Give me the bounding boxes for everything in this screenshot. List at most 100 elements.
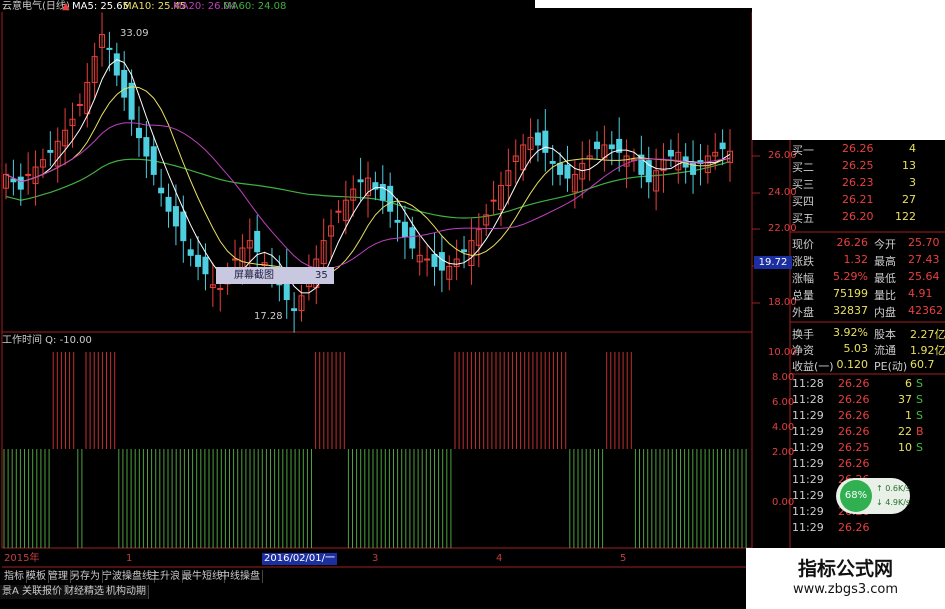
bid-price: 26.26 [842, 142, 874, 155]
date-year: 2015年 [4, 553, 40, 564]
stat-label: 量比 [874, 289, 896, 302]
candle-body [438, 252, 445, 271]
stat-label: 总量 [792, 289, 814, 302]
tab-jing[interactable]: 景A [0, 585, 22, 599]
bid-label: 买三 [792, 178, 814, 191]
tick-price: 26.26 [838, 409, 870, 422]
stat-value: 27.43 [908, 253, 940, 266]
candle-body [387, 185, 394, 212]
stat-row: 涨幅 5.29% 最低 25.64 [792, 270, 945, 286]
bid-row: 买四 26.21 27 [792, 193, 945, 209]
candle-body [461, 249, 468, 253]
watermark: 指标公式网 www.zbgs3.com [746, 548, 945, 609]
popup-value: 35 [315, 270, 328, 281]
fund-label: 流通 [874, 344, 896, 357]
tick-row: 11:28 26.26 37 S [792, 393, 945, 408]
bid-label: 买二 [792, 161, 814, 174]
tab-related-quotes[interactable]: 关联报价 [20, 585, 65, 599]
popup-label: 屏幕截图 [234, 270, 274, 281]
fund-label: 股本 [874, 328, 896, 341]
toolbar-main-wave[interactable]: 主升浪 [148, 570, 183, 583]
tick-time: 11:29 [792, 505, 824, 518]
toolbar-save-as[interactable]: 另存为 [68, 570, 103, 583]
tab-institution[interactable]: 机构动期 [104, 585, 149, 599]
toolbar-mid-line[interactable]: 中线操盘 [218, 570, 263, 583]
stat-row: 涨跌 1.32 最高 27.43 [792, 253, 945, 269]
toolbar-ningbo[interactable]: 宁波操盘线 [100, 570, 155, 583]
candle-body [549, 161, 556, 164]
tick-price: 26.26 [838, 425, 870, 438]
net-speed-widget[interactable]: 68% ↑ 0.6K/s ↓ 4.9K/s [836, 478, 910, 514]
tick-row: 11:28 26.26 6 S [792, 377, 945, 392]
date-month: 3 [372, 553, 379, 564]
stat-value: 4.91 [908, 287, 933, 300]
tick-side: B [916, 425, 924, 438]
tick-price: 26.26 [838, 393, 870, 406]
screenshot-popup[interactable]: 屏幕截图 35 [216, 267, 334, 284]
candle-body [158, 187, 165, 194]
stat-label: 今开 [874, 238, 896, 251]
tick-time: 11:29 [792, 489, 824, 502]
fund-value: 3.92% [833, 326, 868, 339]
tick-price: 26.25 [838, 441, 870, 454]
stat-value: 26.26 [836, 236, 869, 249]
tick-time: 11:29 [792, 521, 824, 534]
candle-body [47, 149, 54, 153]
candle-body [165, 196, 172, 212]
bid-volume: 13 [902, 159, 916, 172]
upload-arrow-icon: ↑ [876, 484, 883, 493]
candle-body [150, 146, 157, 175]
trading-window: 云意电气(日线) ▲ MA5: 25.65 MA10: 25.45 MA20: … [0, 0, 945, 609]
candle-body [409, 227, 416, 249]
watermark-url: www.zbgs3.com [792, 582, 899, 597]
candle-body [106, 47, 113, 50]
tick-time: 11:29 [792, 457, 824, 470]
candle-body [719, 142, 726, 150]
upload-speed: 0.6K/s [885, 484, 911, 493]
candle-body [667, 149, 674, 157]
fund-row: 净资 5.03 流通 1.92亿 [792, 342, 945, 358]
tick-price: 26.26 [838, 457, 870, 470]
candle-body [172, 206, 179, 227]
stat-value: 75199 [833, 287, 868, 300]
indicator-tick: 2.00 [772, 447, 795, 458]
stat-value: 25.64 [908, 270, 940, 283]
tick-volume: 37 [898, 393, 912, 406]
fund-label: 换手 [792, 328, 814, 341]
tick-time: 11:29 [792, 425, 824, 438]
bid-price: 26.20 [842, 210, 874, 223]
bid-row: 买三 26.23 3 [792, 176, 945, 192]
stat-value: 42362 [908, 304, 943, 317]
stat-label: 涨跌 [792, 255, 814, 268]
tick-time: 11:29 [792, 441, 824, 454]
tick-row: 11:29 26.25 10 S [792, 441, 945, 456]
stat-value: 1.32 [843, 253, 869, 266]
indicator-tick: 0.00 [772, 497, 795, 508]
tick-time: 11:28 [792, 377, 824, 390]
candle-body [195, 254, 202, 267]
candle-body [217, 287, 224, 290]
tick-row: 11:29 26.26 1 S [792, 409, 945, 424]
tick-time: 11:29 [792, 409, 824, 422]
tick-side: S [916, 377, 923, 390]
tick-side: S [916, 409, 923, 422]
tick-row: 11:29 26.26 [792, 457, 945, 472]
download-speed: 4.9K/s [885, 498, 911, 507]
tab-finance-picks[interactable]: 财经精选 [62, 585, 107, 599]
download-arrow-icon: ↓ [876, 498, 883, 507]
stat-value: 25.70 [908, 236, 940, 249]
candle-body [401, 221, 408, 238]
candle-body [557, 162, 564, 175]
stat-label: 外盘 [792, 306, 814, 319]
low-annotation: 17.28 [254, 311, 283, 322]
candle-body [564, 164, 571, 179]
bid-volume: 4 [909, 142, 916, 155]
candle-body [113, 53, 120, 76]
candle-body [431, 253, 438, 267]
candle-body [291, 308, 298, 312]
tick-volume: 22 [898, 425, 912, 438]
tick-side: S [916, 441, 923, 454]
stat-row: 现价 26.26 今开 25.70 [792, 236, 945, 252]
watermark-title: 指标公式网 [797, 558, 893, 580]
candle-body [534, 132, 541, 146]
